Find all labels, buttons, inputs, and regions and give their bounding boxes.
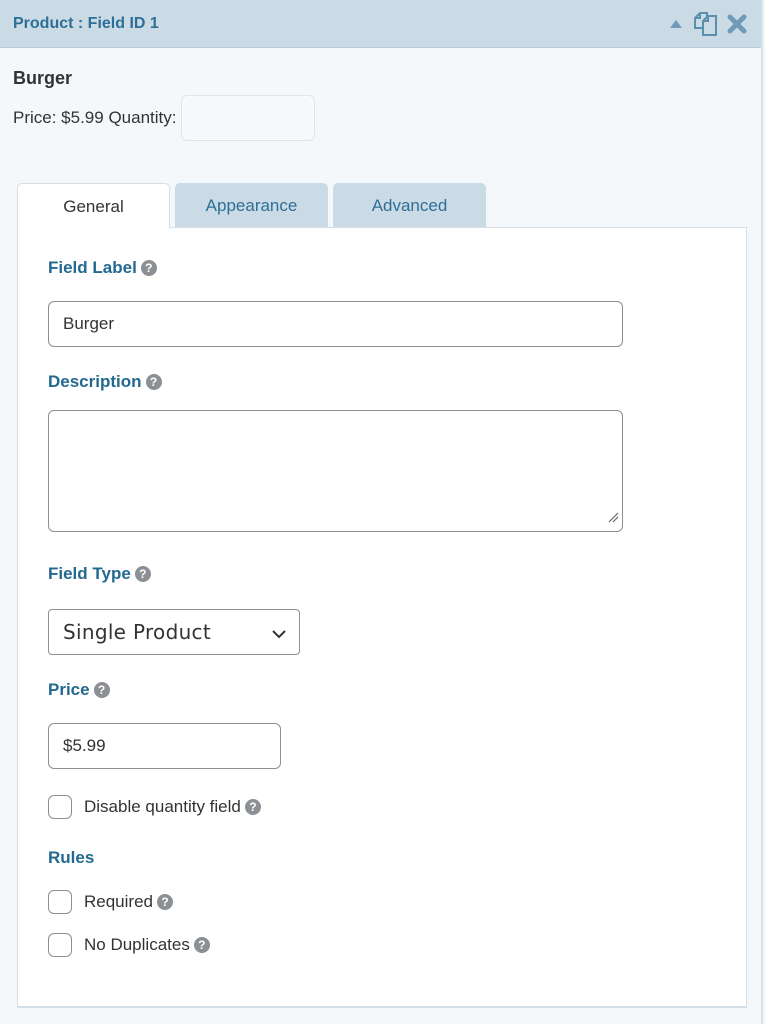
header-actions	[669, 10, 747, 38]
field-header[interactable]: Product : Field ID 1	[0, 0, 761, 48]
disable-quantity-row: Disable quantity field ?	[48, 795, 261, 819]
settings-tabs: General Appearance Advanced	[17, 183, 486, 229]
price-heading: Price ?	[48, 680, 110, 700]
field-settings-panel: Product : Field ID 1 Burger Price: $5.99…	[0, 0, 763, 1024]
help-icon[interactable]: ?	[145, 374, 162, 390]
preview-quantity-input[interactable]	[181, 95, 316, 141]
description-text: Description	[48, 372, 142, 391]
duplicate-icon[interactable]	[691, 10, 719, 38]
tab-advanced[interactable]: Advanced	[333, 183, 486, 228]
required-label[interactable]: Required	[84, 892, 153, 912]
collapse-arrow-icon[interactable]	[669, 19, 683, 29]
preview-price-text: Price: $5.99 Quantity:	[13, 108, 177, 127]
delete-icon[interactable]	[727, 14, 747, 34]
chevron-down-icon	[271, 623, 287, 647]
disable-quantity-checkbox[interactable]	[48, 795, 72, 819]
general-settings: Field Label ? Burger Description ? Field…	[17, 227, 747, 1008]
field-type-text: Field Type	[48, 564, 131, 583]
disable-quantity-label[interactable]: Disable quantity field	[84, 797, 241, 817]
field-type-heading: Field Type ?	[48, 564, 151, 584]
price-text: Price	[48, 680, 90, 699]
description-heading: Description ?	[48, 372, 162, 392]
required-row: Required ?	[48, 890, 173, 914]
field-label-text: Field Label	[48, 258, 137, 277]
no-duplicates-checkbox[interactable]	[48, 933, 72, 957]
help-icon[interactable]: ?	[244, 799, 261, 815]
no-duplicates-row: No Duplicates ?	[48, 933, 210, 957]
field-title: Product : Field ID 1	[13, 14, 159, 32]
help-icon[interactable]: ?	[134, 566, 151, 582]
field-preview: Burger Price: $5.99 Quantity:	[0, 68, 761, 141]
tab-appearance[interactable]: Appearance	[175, 183, 328, 228]
field-label-input[interactable]: Burger	[48, 301, 623, 347]
help-icon[interactable]: ?	[93, 682, 110, 698]
field-label-heading: Field Label ?	[48, 258, 157, 278]
resize-grip-icon[interactable]	[607, 510, 619, 528]
description-textarea[interactable]	[48, 410, 623, 532]
preview-product-name: Burger	[13, 68, 73, 88]
preview-price-row: Price: $5.99 Quantity:	[13, 95, 748, 141]
help-icon[interactable]: ?	[140, 260, 157, 276]
help-icon[interactable]: ?	[193, 937, 210, 953]
price-input[interactable]: $5.99	[48, 723, 281, 769]
tab-general[interactable]: General	[17, 183, 170, 229]
field-type-select[interactable]: Single Product	[48, 609, 300, 655]
help-icon[interactable]: ?	[157, 894, 173, 910]
rules-heading: Rules	[48, 848, 95, 867]
field-type-selected: Single Product	[63, 620, 211, 644]
no-duplicates-label[interactable]: No Duplicates	[84, 935, 190, 955]
required-checkbox[interactable]	[48, 890, 72, 914]
